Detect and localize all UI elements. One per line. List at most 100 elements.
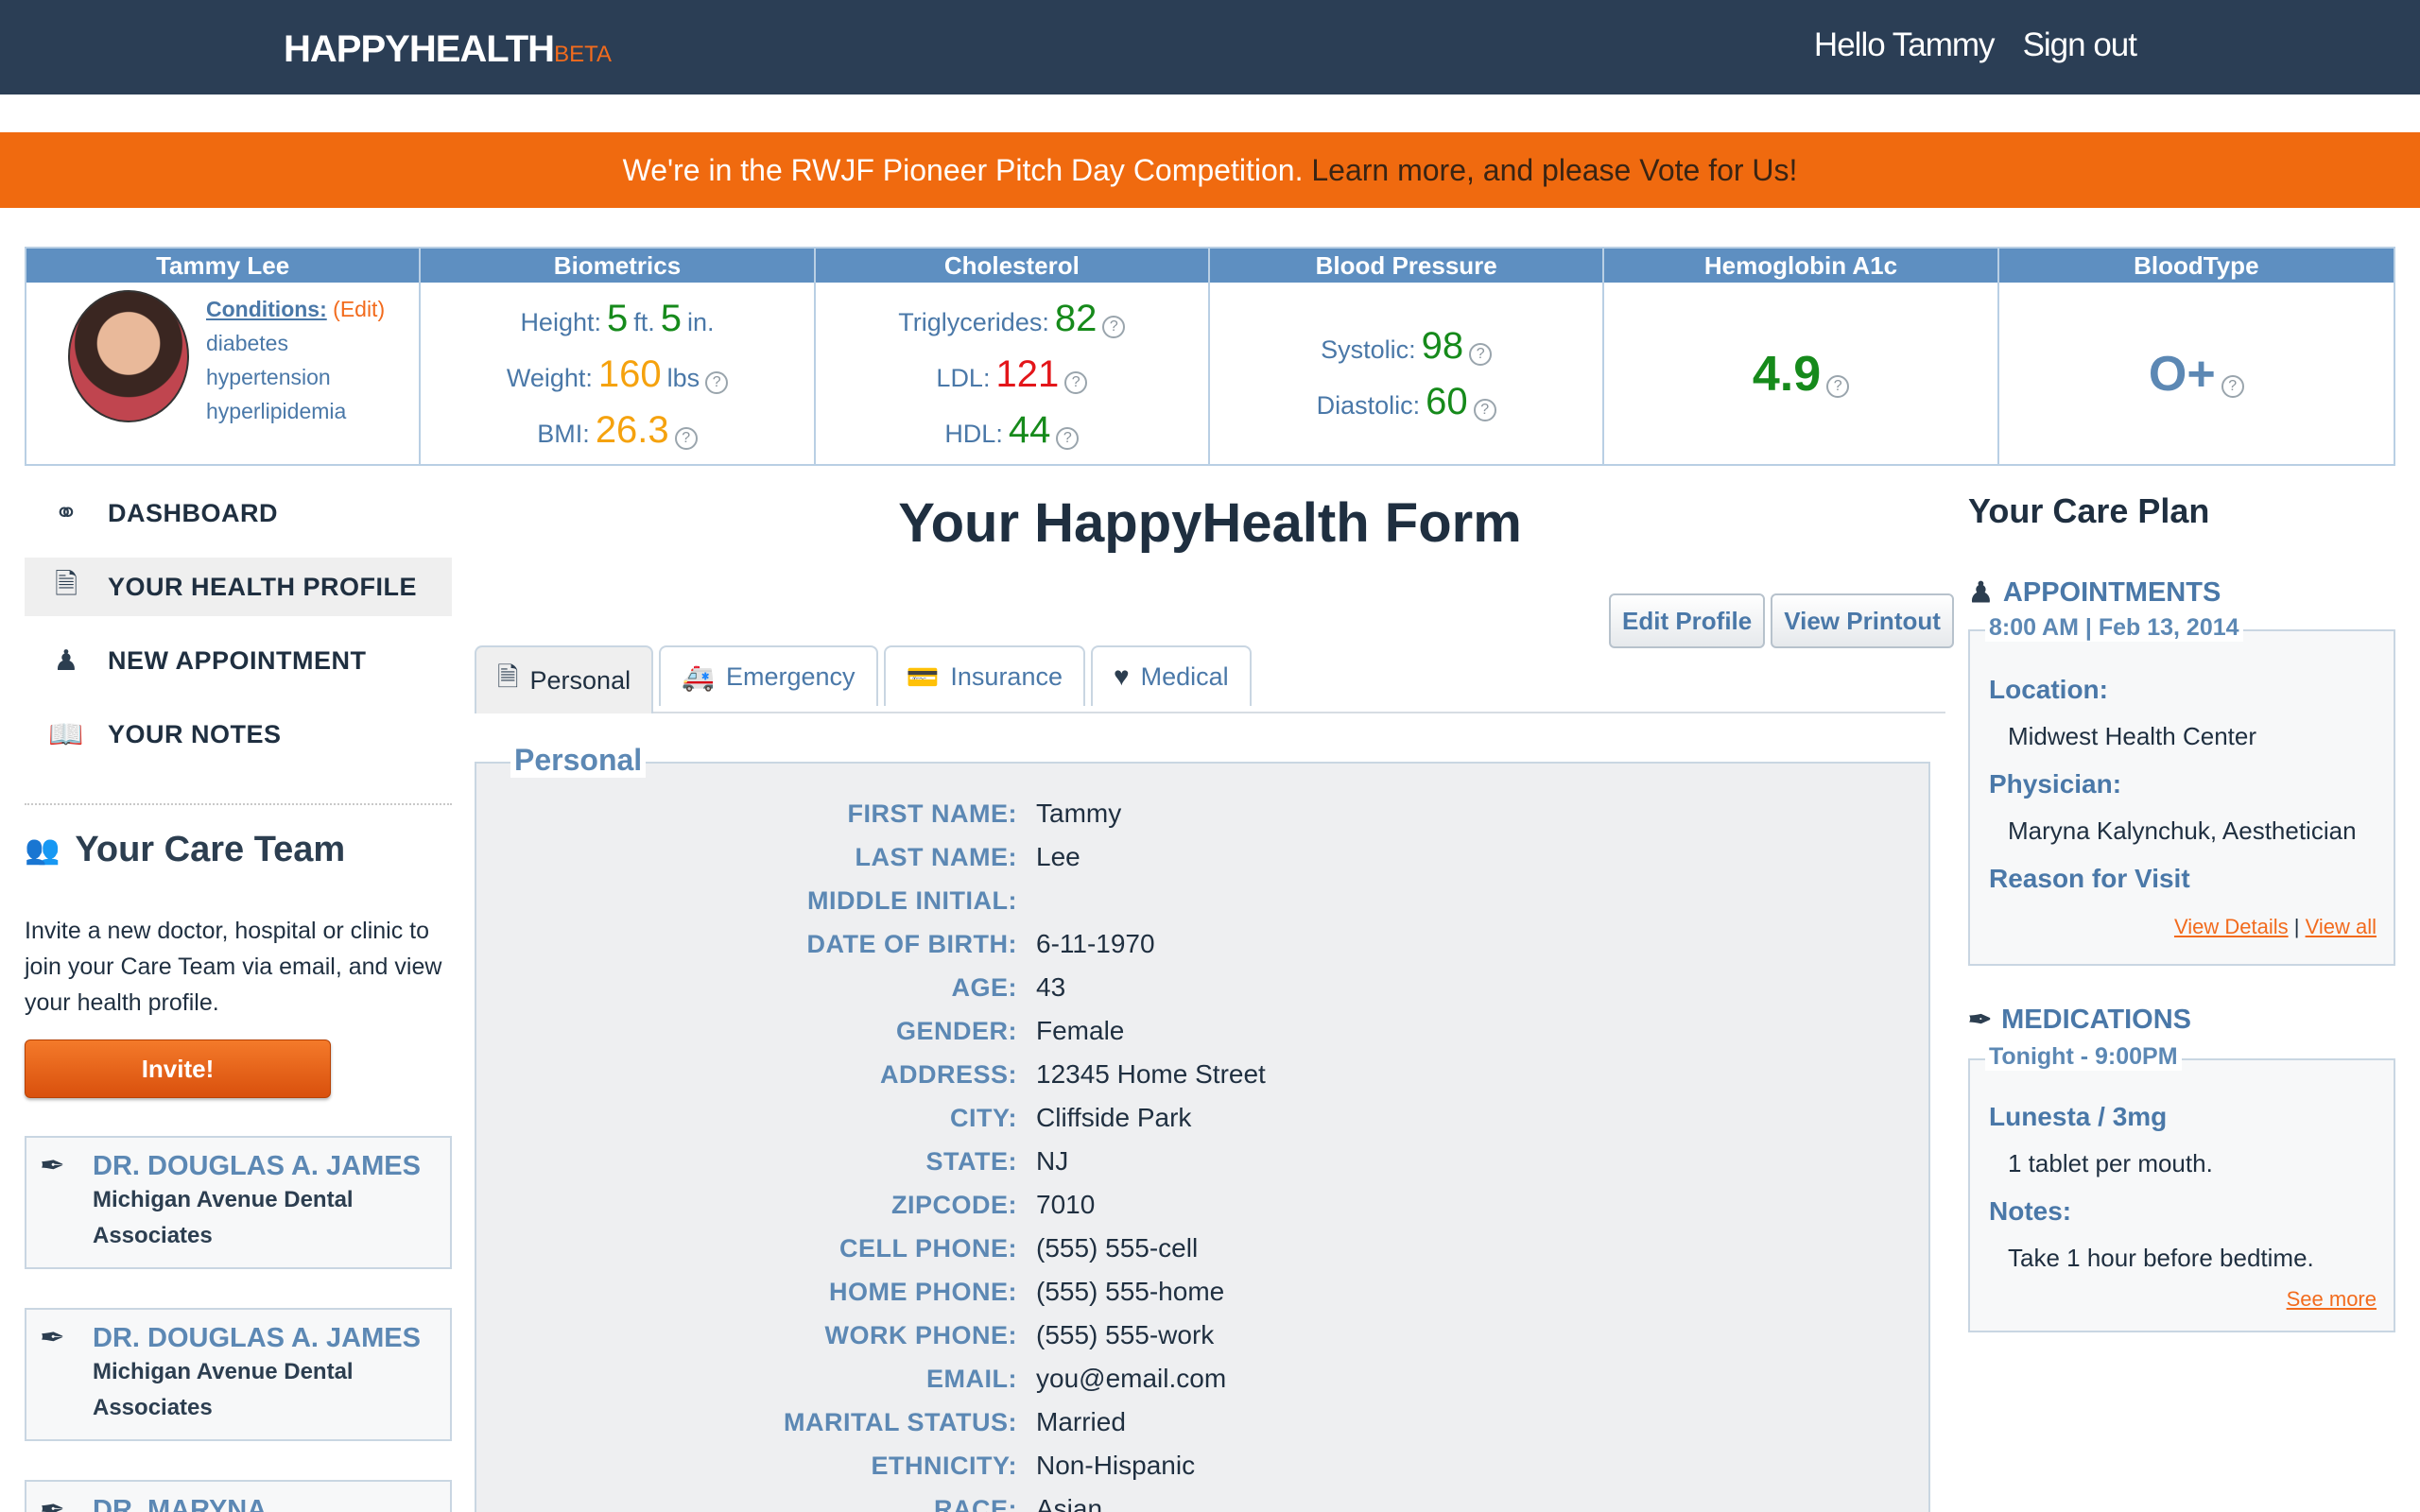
blood-pressure-card: Blood Pressure Systolic: 98 ? Diastolic:… — [1210, 249, 1605, 466]
a1c-row: 4.9 ? — [1753, 346, 1850, 403]
patient-name: Tammy Lee — [26, 249, 420, 283]
field-label: ADDRESS: — [879, 1059, 1017, 1089]
care-team-doctor-card[interactable]: ✒ DR. DOUGLAS A. JAMES Michigan Avenue D… — [25, 1136, 452, 1269]
conditions-label[interactable]: Conditions: — [206, 297, 327, 321]
field-row: EMAIL: you@email.com — [475, 1357, 1930, 1400]
field-label: AGE: — [951, 972, 1017, 1002]
field-label: ZIPCODE: — [890, 1190, 1017, 1219]
ldl-label: LDL: — [936, 363, 991, 392]
help-icon[interactable]: ? — [705, 370, 729, 394]
help-icon[interactable]: ? — [1064, 370, 1088, 394]
greeting-link[interactable]: Hello Tammy — [1814, 26, 1996, 64]
tab-medical[interactable]: ♥ Medical — [1090, 645, 1252, 706]
tab-emergency[interactable]: 🚑 Emergency — [659, 645, 878, 706]
tab-label: Emergency — [725, 662, 856, 691]
field-value: Non-Hispanic — [1036, 1451, 1196, 1480]
location-value: Midwest Health Center — [2008, 722, 2256, 750]
help-icon[interactable]: ? — [1826, 375, 1850, 398]
field-row: MIDDLE INITIAL: — [475, 879, 1930, 922]
health-stats-bar: Tammy Lee Conditions: (Edit) diabetes hy… — [25, 247, 2395, 466]
medication-time: Tonight - 9:00PM — [1985, 1043, 2182, 1071]
field-row: ETHNICITY: Non-Hispanic — [475, 1444, 1930, 1487]
edit-profile-button[interactable]: Edit Profile — [1609, 593, 1766, 648]
height-ft-value: 5 — [607, 297, 629, 339]
form-tabs: 🗎 Personal 🚑 Emergency 💳 Insurance ♥ Med… — [475, 645, 1945, 713]
invite-button[interactable]: Invite! — [25, 1040, 331, 1098]
triglycerides-label: Triglycerides: — [898, 307, 1049, 336]
bmi-row: BMI: 26.3 ? — [537, 409, 698, 452]
weight-unit: lbs — [666, 363, 700, 392]
notes-label: Notes: — [1989, 1196, 2072, 1226]
id-card-icon: 💳 — [906, 662, 940, 692]
banner-learn-more-link[interactable]: Learn more, and please — [1311, 153, 1631, 187]
dashboard-icon: ⚭ — [54, 497, 78, 529]
link-separator: | — [2293, 915, 2300, 938]
see-more-link[interactable]: See more — [2287, 1287, 2377, 1311]
field-row: CITY: Cliffside Park — [475, 1096, 1930, 1140]
form-actions: Edit Profile View Printout — [1609, 593, 1954, 648]
field-label: HOME PHONE: — [828, 1277, 1017, 1306]
field-label: MARITAL STATUS: — [784, 1407, 1017, 1436]
document-icon: 🗎 — [497, 662, 519, 692]
app-logo[interactable]: HAPPYHEALTHBETA — [284, 28, 612, 71]
medication-card: Tonight - 9:00PM Lunesta / 3mg 1 tablet … — [1968, 1043, 2395, 1332]
physician-value: Maryna Kalynchuk, Aesthetician — [2008, 816, 2357, 845]
field-row: FIRST NAME: Tammy — [475, 792, 1930, 835]
sidebar-item-new-appointment[interactable]: ♟ NEW APPOINTMENT — [25, 631, 452, 690]
medication-notes: Take 1 hour before bedtime. — [2008, 1244, 2314, 1272]
view-details-link[interactable]: View Details — [2174, 915, 2289, 938]
tab-personal[interactable]: 🗎 Personal — [475, 645, 654, 713]
doctor-icon: ♟ — [53, 644, 79, 677]
doctor-name[interactable]: DR. DOUGLAS A. JAMES — [93, 1151, 437, 1182]
field-row: AGE: 43 — [475, 966, 1930, 1009]
logo-text: HAPPYHEALTH — [284, 28, 555, 70]
sidebar-item-notes[interactable]: 📖 YOUR NOTES — [25, 705, 452, 764]
help-icon[interactable]: ? — [2221, 375, 2244, 398]
doctor-name[interactable]: DR. MARYNA KALYNCHUK — [93, 1495, 437, 1512]
view-printout-button[interactable]: View Printout — [1771, 593, 1954, 648]
help-icon[interactable]: ? — [1469, 343, 1493, 366]
ldl-value: 121 — [995, 352, 1060, 395]
care-team-doctor-card[interactable]: ✒ DR. DOUGLAS A. JAMES Michigan Avenue D… — [25, 1308, 452, 1441]
field-label: STATE: — [925, 1146, 1017, 1176]
doctor-practice: Michigan Avenue Dental Associates — [93, 1359, 354, 1420]
systolic-value: 98 — [1421, 325, 1464, 367]
field-label: EMAIL: — [926, 1364, 1017, 1393]
field-label: CITY: — [950, 1103, 1017, 1132]
conditions-edit-link[interactable]: Edit — [340, 297, 378, 321]
field-row: ADDRESS: 12345 Home Street — [475, 1053, 1930, 1096]
appointment-links: View Details | View all — [2174, 915, 2377, 939]
view-all-link[interactable]: View all — [2306, 915, 2377, 938]
page-title: Your HappyHealth Form — [898, 492, 1522, 554]
help-icon[interactable]: ? — [674, 426, 698, 450]
personal-fields: FIRST NAME: Tammy LAST NAME: Lee MIDDLE IN… — [475, 792, 1930, 1512]
doctor-name[interactable]: DR. DOUGLAS A. JAMES — [93, 1323, 437, 1354]
field-value: 6-11-1970 — [1036, 929, 1155, 958]
logo-beta-tag: BETA — [554, 42, 612, 67]
banner-vote-link[interactable]: Vote for Us! — [1639, 153, 1797, 187]
sidebar-nav: ⚭ DASHBOARD 🗎 YOUR HEALTH PROFILE ♟ NEW … — [25, 484, 452, 779]
field-row: WORK PHONE: (555) 555-work — [475, 1314, 1930, 1357]
tab-insurance[interactable]: 💳 Insurance — [883, 645, 1085, 706]
systolic-row: Systolic: 98 ? — [1321, 325, 1493, 368]
care-team-title: 👥 Your Care Team — [25, 830, 345, 870]
sidebar-item-health-profile[interactable]: 🗎 YOUR HEALTH PROFILE — [25, 558, 452, 616]
signout-link[interactable]: Sign out — [2023, 26, 2137, 64]
field-label: LAST NAME: — [855, 842, 1017, 871]
ft-unit: ft. — [633, 307, 655, 336]
pill-icon: ✒ — [1968, 1005, 1993, 1036]
field-row: ZIPCODE: 7010 — [475, 1183, 1930, 1227]
field-row: LAST NAME: Lee — [475, 835, 1930, 879]
care-team-doctor-card[interactable]: ✒ DR. MARYNA KALYNCHUK — [25, 1480, 452, 1512]
field-value: Tammy — [1036, 799, 1122, 828]
field-label: DATE OF BIRTH: — [806, 929, 1017, 958]
field-row: STATE: NJ — [475, 1140, 1930, 1183]
field-label: GENDER: — [895, 1016, 1017, 1045]
sidebar-item-dashboard[interactable]: ⚭ DASHBOARD — [25, 484, 452, 542]
help-icon[interactable]: ? — [1102, 315, 1126, 338]
condition-item: hypertension — [206, 365, 331, 389]
doctor-icon: ♟ — [1968, 577, 1994, 609]
height-row: Height: 5 ft. 5 in. — [520, 298, 714, 340]
help-icon[interactable]: ? — [1056, 426, 1080, 450]
help-icon[interactable]: ? — [1473, 399, 1496, 421]
